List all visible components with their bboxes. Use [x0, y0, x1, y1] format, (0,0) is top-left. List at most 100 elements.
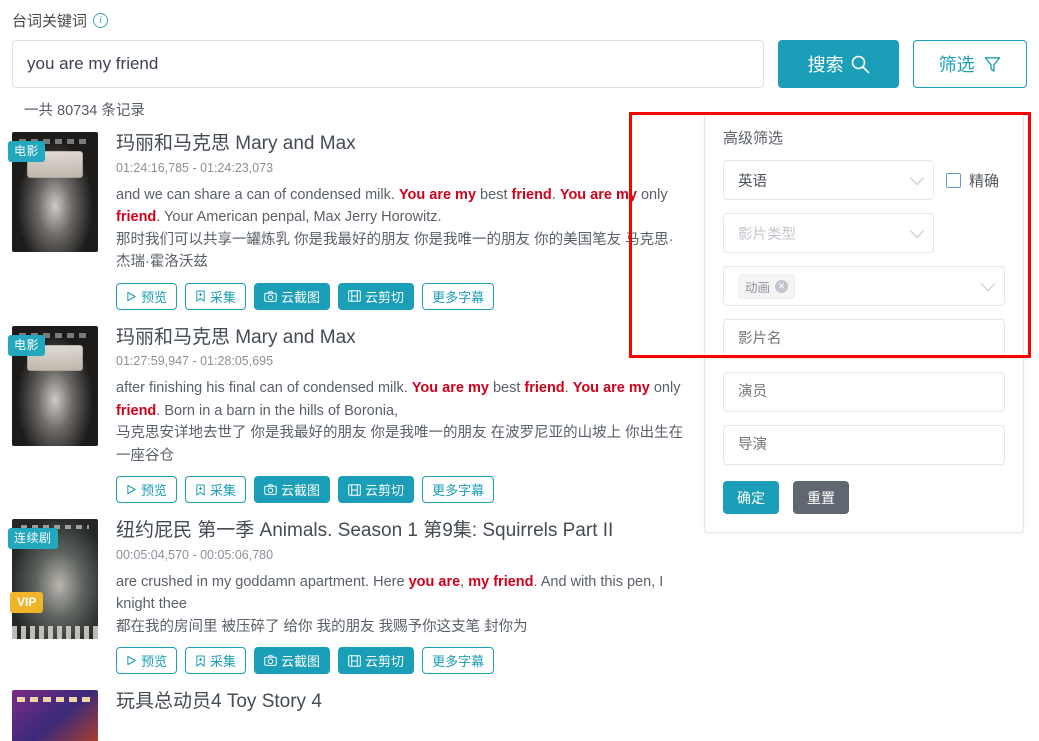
camera-icon: [264, 655, 277, 667]
actor-row: [723, 372, 1005, 412]
exact-checkbox-label: 精确: [969, 172, 1000, 190]
exact-checkbox[interactable]: 精确: [946, 170, 999, 191]
subtitle-cn: 都在我的房间里 被压碎了 给你 我的朋友 我赐予你这支笔 封你为: [116, 618, 528, 635]
film-type-row: 影片类型: [723, 213, 1005, 253]
film-icon: [348, 290, 361, 302]
cloud-clip-button[interactable]: 云剪切: [338, 647, 415, 675]
highlighted-term: friend: [116, 402, 157, 419]
cloud-screenshot-label: 云截图: [281, 654, 321, 670]
search-button-label: 搜索: [807, 55, 844, 75]
subtitle-text: best: [476, 186, 512, 203]
subtitle-text: .: [564, 380, 573, 397]
result-item[interactable]: 玩具总动员4 Toy Story 4: [12, 684, 1027, 741]
chevron-down-icon: [980, 276, 996, 292]
search-input[interactable]: [12, 40, 764, 88]
more-subtitles-label: 更多字幕: [432, 483, 485, 499]
camera-icon: [264, 290, 277, 302]
subtitle-text: .: [551, 186, 560, 203]
genre-multiselect[interactable]: 动画 ✕: [723, 266, 1005, 306]
cloud-screenshot-button[interactable]: 云截图: [254, 282, 331, 310]
more-subtitles-button[interactable]: 更多字幕: [422, 647, 495, 675]
more-subtitles-button[interactable]: 更多字幕: [422, 476, 495, 504]
result-title[interactable]: 玩具总动员4 Toy Story 4: [116, 690, 1027, 715]
collect-button[interactable]: 采集: [185, 647, 247, 675]
search-button[interactable]: 搜索: [778, 40, 900, 88]
subtitle-en: after finishing his final can of condens…: [116, 377, 684, 422]
bookmark-icon: [196, 484, 205, 496]
film-name-row: [723, 319, 1005, 359]
film-name-input[interactable]: [723, 319, 1005, 359]
subtitle-en: and we can share a can of condensed milk…: [116, 184, 684, 229]
media-type-badge: 连续剧: [8, 528, 58, 550]
search-row: 搜索 筛选: [12, 40, 1027, 88]
chevron-down-icon: [909, 170, 925, 186]
highlighted-term: friend: [524, 380, 565, 397]
cloud-screenshot-button[interactable]: 云截图: [254, 476, 331, 504]
subtitle-text: are crushed in my goddamn apartment. Her…: [116, 573, 409, 590]
confirm-button[interactable]: 确定: [723, 481, 779, 514]
highlighted-term: friend: [116, 209, 157, 226]
preview-label: 预览: [141, 289, 168, 305]
keyword-label-row: 台词关键词 i: [12, 10, 1027, 31]
keyword-label: 台词关键词: [12, 13, 88, 30]
thumbnail-wrap[interactable]: 连续剧 VIP: [8, 519, 98, 674]
result-body: 玩具总动员4 Toy Story 4: [116, 690, 1027, 741]
preview-button[interactable]: 预览: [116, 647, 178, 675]
advanced-filter-title: 高级筛选: [723, 130, 784, 147]
result-actions: 预览 采集 云截图 云剪切 更多字幕: [116, 647, 1027, 675]
cloud-clip-label: 云剪切: [365, 654, 405, 670]
funnel-icon: [984, 56, 1000, 72]
genre-row: 动画 ✕: [723, 266, 1005, 306]
actor-input[interactable]: [723, 372, 1005, 412]
subtitle-cn: 那时我们可以共享一罐炼乳 你是我最好的朋友 你是我唯一的朋友 你的美国笔友 马克…: [116, 231, 674, 271]
thumbnail-wrap[interactable]: 电影: [8, 132, 98, 310]
result-item[interactable]: 连续剧 VIP 纽约屁民 第一季 Animals. Season 1 第9集: …: [8, 513, 1027, 684]
reset-button[interactable]: 重置: [793, 481, 849, 514]
play-icon: [127, 656, 136, 666]
preview-button[interactable]: 预览: [116, 282, 178, 310]
preview-button[interactable]: 预览: [116, 476, 178, 504]
collect-label: 采集: [210, 654, 237, 670]
film-icon: [348, 483, 361, 496]
cloud-clip-button[interactable]: 云剪切: [338, 476, 415, 504]
result-timecode: 00:05:04,570 - 00:05:06,780: [116, 547, 274, 562]
preview-label: 预览: [141, 483, 168, 499]
film-type-select[interactable]: 影片类型: [723, 213, 934, 253]
cloud-clip-label: 云剪切: [365, 289, 405, 305]
filter-button[interactable]: 筛选: [913, 40, 1027, 88]
subtitle-text: best: [488, 380, 525, 397]
chevron-down-icon: [909, 223, 925, 239]
cloud-screenshot-button[interactable]: 云截图: [254, 647, 331, 675]
thumbnail-wrap[interactable]: [12, 690, 98, 741]
thumbnail-wrap[interactable]: 电影: [8, 325, 98, 504]
media-type-badge: 电影: [8, 141, 46, 162]
director-row: [723, 425, 1005, 465]
subtitle-text: . Born in a barn in the hills of Boronia…: [156, 402, 399, 419]
language-select[interactable]: 英语: [723, 160, 934, 200]
search-icon: [851, 55, 869, 74]
advanced-filter-panel: 高级筛选 英语 精确 影片类型 动画 ✕ 影片名 演员 导演 确定 重置: [704, 112, 1024, 533]
remove-tag-icon[interactable]: ✕: [775, 279, 789, 293]
info-icon[interactable]: i: [93, 13, 109, 28]
cloud-clip-button[interactable]: 云剪切: [338, 282, 415, 310]
poster-image[interactable]: [12, 690, 98, 741]
film-type-placeholder: 影片类型: [738, 226, 796, 243]
result-body: 纽约屁民 第一季 Animals. Season 1 第9集: Squirrel…: [116, 519, 1027, 675]
checkbox-box-icon: [946, 172, 961, 188]
highlighted-term: You are my: [398, 186, 477, 203]
vip-badge: VIP: [10, 592, 44, 614]
collect-button[interactable]: 采集: [185, 282, 247, 310]
language-select-value: 英语: [738, 173, 767, 190]
collect-label: 采集: [210, 289, 237, 305]
highlighted-term: you are: [408, 573, 461, 590]
genre-tag[interactable]: 动画 ✕: [738, 273, 796, 299]
page-root: 台词关键词 i 搜索 筛选 一共 80734 条记录: [0, 0, 1039, 741]
subtitle-text: only: [636, 186, 668, 203]
more-subtitles-button[interactable]: 更多字幕: [422, 282, 495, 310]
collect-button[interactable]: 采集: [185, 476, 247, 504]
filter-button-label: 筛选: [938, 55, 975, 75]
film-icon: [348, 654, 361, 667]
preview-label: 预览: [141, 654, 168, 670]
director-input[interactable]: [723, 425, 1005, 465]
subtitle-text: after finishing his final can of condens…: [116, 380, 412, 397]
